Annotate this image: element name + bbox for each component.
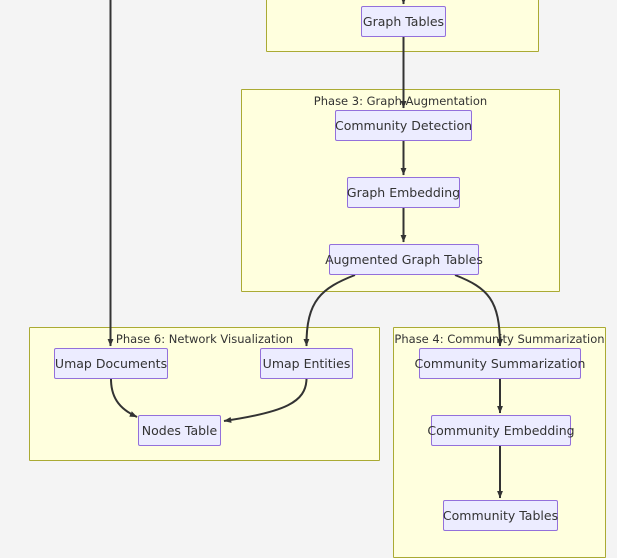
cluster-label-phase6: Phase 6: Network Visualization bbox=[115, 332, 294, 346]
node-graph-embedding[interactable]: Graph Embedding bbox=[347, 177, 460, 208]
node-label: Community Embedding bbox=[427, 423, 575, 438]
node-community-embedding[interactable]: Community Embedding bbox=[427, 415, 575, 446]
flowchart-diagram: Phase 3: Graph Augmentation Phase 6: Net… bbox=[0, 0, 617, 558]
node-label: Umap Documents bbox=[54, 356, 168, 371]
node-augmented-graph-tables[interactable]: Augmented Graph Tables bbox=[325, 244, 483, 275]
node-community-tables[interactable]: Community Tables bbox=[443, 500, 558, 531]
cluster-label-phase3: Phase 3: Graph Augmentation bbox=[313, 94, 488, 108]
node-label: Augmented Graph Tables bbox=[325, 252, 483, 267]
node-label: Umap Entities bbox=[262, 356, 351, 371]
node-community-detection[interactable]: Community Detection bbox=[335, 110, 472, 141]
node-umap-documents[interactable]: Umap Documents bbox=[54, 348, 168, 379]
cluster-label-phase4: Phase 4: Community Summarization bbox=[394, 332, 605, 346]
node-community-summarization[interactable]: Community Summarization bbox=[415, 348, 585, 379]
node-label: Community Tables bbox=[442, 508, 559, 523]
node-nodes-table[interactable]: Nodes Table bbox=[138, 415, 221, 446]
node-label: Community Detection bbox=[334, 118, 473, 133]
node-label: Graph Embedding bbox=[346, 185, 461, 200]
node-label: Graph Tables bbox=[362, 14, 445, 29]
node-label: Nodes Table bbox=[141, 423, 218, 438]
node-label: Community Summarization bbox=[414, 356, 586, 371]
node-graph-tables[interactable]: Graph Tables bbox=[361, 6, 446, 37]
node-umap-entities[interactable]: Umap Entities bbox=[260, 348, 353, 379]
